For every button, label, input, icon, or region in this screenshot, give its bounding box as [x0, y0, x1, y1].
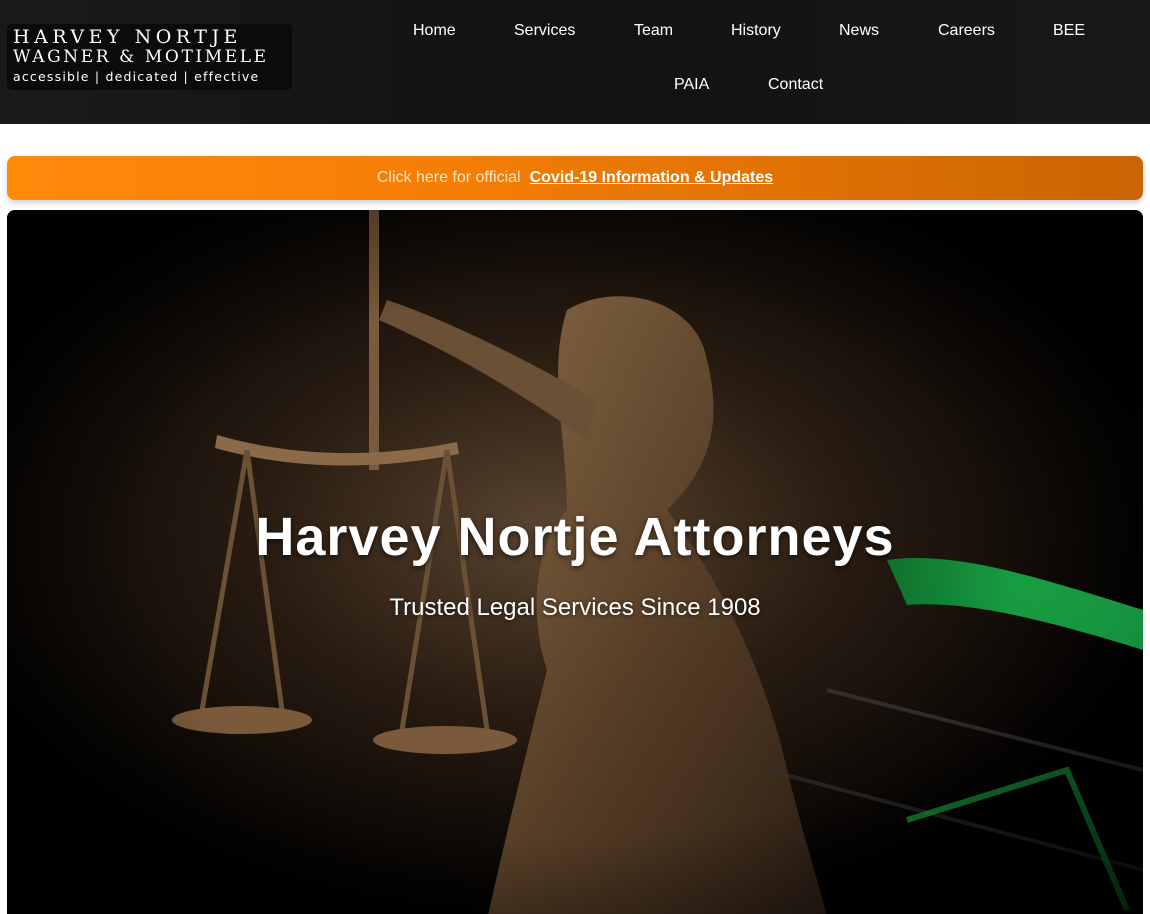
covid-info-link[interactable]: Covid-19 Information & Updates [530, 169, 774, 187]
hero-subtitle: Trusted Legal Services Since 1908 [389, 594, 761, 621]
hero-section: Harvey Nortje Attorneys Trusted Legal Se… [7, 210, 1143, 914]
logo-tagline: accessible | dedicated | effective [13, 69, 260, 84]
nav-paia[interactable]: PAIA [674, 75, 709, 95]
logo-line-1: HARVEY NORTJE [13, 26, 242, 48]
nav-services[interactable]: Services [514, 21, 575, 41]
nav-careers[interactable]: Careers [938, 21, 995, 41]
covid-banner-text: Click here for official [376, 169, 521, 186]
logo-line-2: WAGNER & MOTIMELE [13, 47, 269, 67]
site-header: HARVEY NORTJE WAGNER & MOTIMELE accessib… [0, 0, 1150, 124]
nav-news[interactable]: News [839, 21, 879, 41]
nav-team[interactable]: Team [634, 21, 673, 41]
nav-home[interactable]: Home [413, 21, 456, 41]
hero-title: Harvey Nortje Attorneys [255, 507, 895, 567]
nav-history[interactable]: History [731, 21, 781, 41]
covid-banner: Click here for official Covid-19 Informa… [7, 156, 1143, 200]
nav-bee[interactable]: BEE [1053, 21, 1085, 41]
firm-logo[interactable]: HARVEY NORTJE WAGNER & MOTIMELE accessib… [7, 24, 292, 90]
nav-contact[interactable]: Contact [768, 75, 823, 95]
